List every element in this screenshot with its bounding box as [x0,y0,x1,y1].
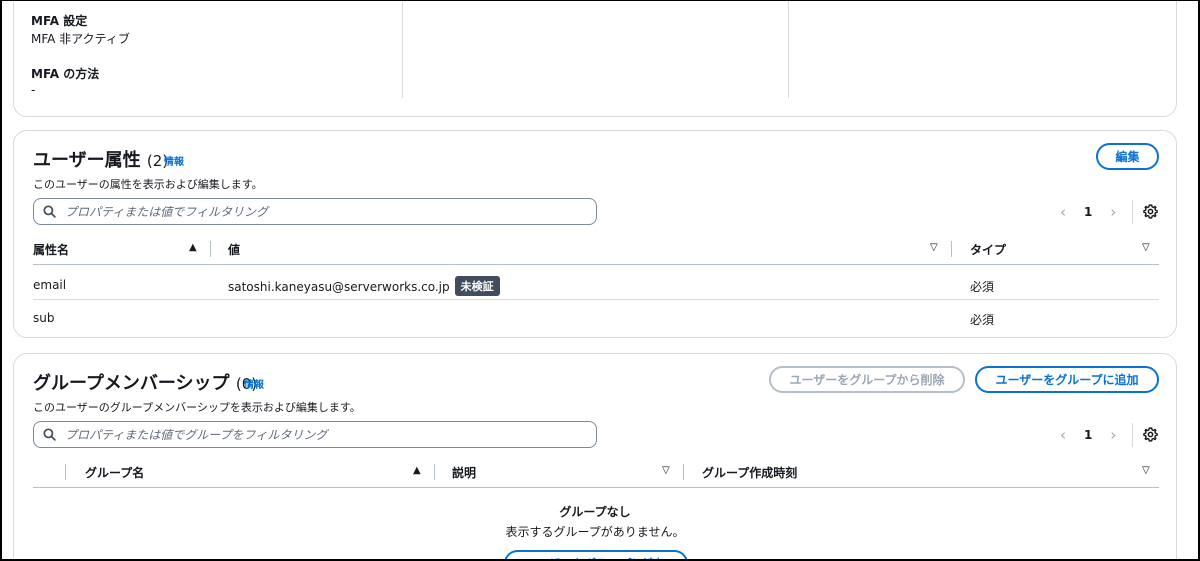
section-title-text: ユーザー属性 [33,150,141,171]
caret-down-icon[interactable]: ▽ [1142,465,1150,476]
header-divider [33,487,1159,488]
attribute-name-cell: email [33,278,67,292]
caret-down-icon[interactable]: ▽ [930,242,938,253]
info-link[interactable]: 情報 [244,376,264,391]
mfa-method-label: MFA の方法 [31,67,100,81]
section-description: このユーザーのグループメンバーシップを表示および編集します。 [33,401,361,414]
chevron-left-icon[interactable]: ‹ [1056,203,1070,221]
attribute-value-text: satoshi.kaneyasu@serverworks.co.jp [228,280,450,294]
column-header-group-name[interactable]: グループ名 [85,464,144,481]
column-header-type[interactable]: タイプ [970,241,1006,258]
caret-down-icon[interactable]: ▽ [662,465,670,476]
group-membership-card: グループメンバーシップ (0) 情報 このユーザーのグループメンバーシップを表示… [13,353,1177,559]
pager-divider [1132,422,1134,447]
column-divider [65,464,66,480]
pager-divider [1132,199,1134,224]
mfa-card: MFA 設定 MFA 非アクティブ MFA の方法 - [13,1,1177,117]
attribute-name-cell: sub [33,311,55,325]
column-divider [402,1,403,98]
status-badge: 未検証 [454,276,500,296]
section-title: グループメンバーシップ (0) [33,369,257,395]
mfa-settings-value: MFA 非アクティブ [31,32,130,46]
chevron-left-icon[interactable]: ‹ [1056,426,1070,444]
caret-down-icon[interactable]: ▽ [1142,242,1150,253]
page-number[interactable]: 1 [1084,428,1092,442]
column-header-created-time[interactable]: グループ作成時刻 [702,464,797,481]
info-link[interactable]: 情報 [164,153,184,168]
empty-state-title: グループなし [559,505,631,519]
pagination: ‹ 1 › [1056,421,1159,448]
caret-up-icon[interactable]: ▲ [189,242,197,253]
caret-up-icon[interactable]: ▲ [413,465,421,476]
page-number[interactable]: 1 [1084,205,1092,219]
attribute-value-cell: satoshi.kaneyasu@serverworks.co.jp 未検証 [228,276,500,296]
mfa-settings-label: MFA 設定 [31,14,88,28]
column-divider [210,241,211,257]
search-input[interactable] [65,427,565,442]
group-search [33,421,597,448]
attribute-type-cell: 必須 [970,313,995,327]
column-header-value[interactable]: 値 [228,241,240,258]
chevron-right-icon[interactable]: › [1106,426,1120,444]
gear-icon[interactable] [1143,204,1159,219]
column-header-attribute-name[interactable]: 属性名 [33,241,69,258]
pagination: ‹ 1 › [1056,198,1159,225]
column-divider [788,1,789,98]
mfa-method-value: - [31,83,36,97]
empty-state-description: 表示するグループがありません。 [505,525,685,539]
attribute-search [33,198,597,225]
section-description: このユーザーの属性を表示および編集します。 [33,178,263,191]
attribute-type-cell: 必須 [970,280,995,294]
chevron-right-icon[interactable]: › [1106,203,1120,221]
empty-add-to-group-button[interactable]: ユーザーをグループに追加 [504,550,688,559]
column-divider [434,464,435,480]
column-header-description[interactable]: 説明 [452,464,476,481]
search-input[interactable] [65,204,565,219]
search-icon [43,205,56,218]
column-divider [951,241,952,257]
user-attributes-card: ユーザー属性 (2) 情報 このユーザーの属性を表示および編集します。 編集 ‹… [13,130,1177,338]
add-to-group-button[interactable]: ユーザーをグループに追加 [975,366,1159,393]
section-title-text: グループメンバーシップ [33,373,230,394]
remove-from-group-button[interactable]: ユーザーをグループから削除 [769,366,965,393]
column-divider [683,464,684,480]
section-title: ユーザー属性 (2) [33,146,168,172]
search-icon [43,428,56,441]
header-divider [33,264,1159,265]
gear-icon[interactable] [1143,427,1159,442]
edit-button[interactable]: 編集 [1096,143,1159,170]
page-frame: MFA 設定 MFA 非アクティブ MFA の方法 - ユーザー属性 (2) 情… [0,0,1200,561]
row-divider [33,299,1159,300]
